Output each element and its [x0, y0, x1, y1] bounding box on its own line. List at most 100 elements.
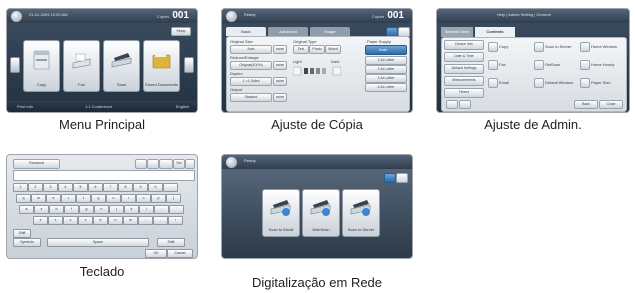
keyboard-field-label[interactable]: Password: [13, 159, 60, 169]
default-settings-item[interactable]: Default Settings: [444, 64, 484, 74]
next-page-button[interactable]: [459, 100, 471, 109]
keyboard-close-button[interactable]: [185, 159, 195, 169]
key[interactable]: ': [169, 205, 184, 214]
reduce-more[interactable]: more: [273, 61, 287, 70]
key[interactable]: u: [106, 194, 121, 203]
tab-advanced[interactable]: Advanced: [268, 27, 308, 36]
option-scan-server[interactable]: [534, 42, 544, 52]
admin-close-button[interactable]: Close: [599, 100, 623, 109]
key[interactable]: q: [16, 194, 31, 203]
shift-key-right[interactable]: Shift: [157, 238, 185, 247]
symbols-key[interactable]: Symbols: [13, 238, 41, 247]
key[interactable]: m: [123, 216, 138, 225]
date-time-item[interactable]: Date & Time: [444, 52, 484, 62]
print-info-button[interactable]: Print Info: [17, 104, 33, 109]
option-setscan[interactable]: [534, 60, 544, 70]
key[interactable]: a: [19, 205, 34, 214]
type-text-button[interactable]: Text: [293, 45, 309, 54]
key[interactable]: 2: [28, 183, 43, 192]
scan-close-button[interactable]: [396, 173, 408, 183]
key[interactable]: j: [109, 205, 124, 214]
key[interactable]: ;: [154, 205, 169, 214]
key[interactable]: k: [124, 205, 139, 214]
scan-clear-button[interactable]: [384, 173, 396, 183]
tab-image[interactable]: Image: [310, 27, 350, 36]
tray-4-button[interactable]: 4 A4 Letter: [365, 83, 407, 92]
app-scan[interactable]: Scan: [103, 40, 140, 92]
home-icon[interactable]: [226, 11, 237, 22]
option-paper-size[interactable]: [580, 78, 590, 88]
prev-page-button[interactable]: [446, 100, 458, 109]
key[interactable]: p: [151, 194, 166, 203]
key[interactable]: n: [108, 216, 123, 225]
tray-1-button[interactable]: 1 A4 Letter: [365, 56, 407, 65]
key[interactable]: -: [163, 183, 178, 192]
key[interactable]: [: [166, 194, 181, 203]
key[interactable]: d: [49, 205, 64, 214]
key[interactable]: h: [94, 205, 109, 214]
cursor-right-button[interactable]: [147, 159, 159, 169]
reduce-value[interactable]: Original(100%): [230, 61, 272, 70]
key[interactable]: 8: [118, 183, 133, 192]
tab-contents[interactable]: Contents: [475, 27, 515, 37]
key[interactable]: s: [34, 205, 49, 214]
input-field[interactable]: [13, 170, 195, 181]
output-more[interactable]: more: [273, 93, 287, 102]
measurements-item[interactable]: Measurements: [444, 76, 484, 86]
home-icon[interactable]: [226, 157, 237, 168]
key[interactable]: f: [64, 205, 79, 214]
webscan-button[interactable]: WebScan: [302, 189, 340, 237]
tray-3-button[interactable]: 3 A4 Letter: [365, 74, 407, 83]
key[interactable]: t: [76, 194, 91, 203]
key[interactable]: 6: [88, 183, 103, 192]
scan-to-server-button[interactable]: Scan to Server: [342, 189, 380, 237]
key[interactable]: 9: [133, 183, 148, 192]
key[interactable]: w: [31, 194, 46, 203]
key[interactable]: 5: [73, 183, 88, 192]
key[interactable]: x: [48, 216, 63, 225]
original-size-value[interactable]: Auto: [230, 45, 272, 54]
key[interactable]: 3: [43, 183, 58, 192]
duplex-value[interactable]: 1->1 Sided: [230, 77, 272, 86]
key[interactable]: z: [33, 216, 48, 225]
home-icon[interactable]: [11, 11, 22, 22]
option-fax[interactable]: [488, 60, 498, 70]
option-home-hourly[interactable]: [580, 60, 590, 70]
duplex-more[interactable]: more: [273, 77, 287, 86]
key[interactable]: ,: [138, 216, 153, 225]
key[interactable]: o: [136, 194, 151, 203]
option-copy[interactable]: [488, 42, 498, 52]
setup-button[interactable]: Setup: [171, 27, 191, 36]
app-stored-documents[interactable]: Stored Documents: [143, 40, 180, 92]
option-default-window[interactable]: [534, 78, 544, 88]
ok-button[interactable]: OK: [145, 249, 167, 258]
scroll-right-button[interactable]: [184, 57, 194, 73]
cursor-left-button[interactable]: [135, 159, 147, 169]
output-value[interactable]: Stacked: [230, 93, 272, 102]
option-home-window[interactable]: [580, 42, 590, 52]
key[interactable]: e: [46, 194, 61, 203]
key[interactable]: .: [153, 216, 168, 225]
language-button[interactable]: English: [176, 104, 189, 109]
original-size-more[interactable]: more: [273, 45, 287, 54]
key[interactable]: y: [91, 194, 106, 203]
tab-selected-item[interactable]: Selected Item: [441, 27, 473, 37]
key[interactable]: 0: [148, 183, 163, 192]
key[interactable]: 1: [13, 183, 28, 192]
app-fax[interactable]: Fax: [63, 40, 100, 92]
key[interactable]: l: [139, 205, 154, 214]
key[interactable]: i: [121, 194, 136, 203]
device-info-item[interactable]: Device Info: [444, 40, 484, 50]
key[interactable]: r: [61, 194, 76, 203]
tray-2-button[interactable]: 2 A4 Letter: [365, 65, 407, 74]
darkness-slider[interactable]: [293, 65, 341, 77]
space-key[interactable]: Space: [47, 238, 149, 247]
option-email[interactable]: [488, 78, 498, 88]
key[interactable]: 7: [103, 183, 118, 192]
key[interactable]: /: [168, 216, 183, 225]
type-photo-button[interactable]: Photo: [309, 45, 325, 54]
tab-basic[interactable]: Basic: [226, 27, 266, 36]
back-button[interactable]: Back: [574, 100, 598, 109]
scroll-left-button[interactable]: [10, 57, 20, 73]
scan-to-email-button[interactable]: Scan to Email: [262, 189, 300, 237]
